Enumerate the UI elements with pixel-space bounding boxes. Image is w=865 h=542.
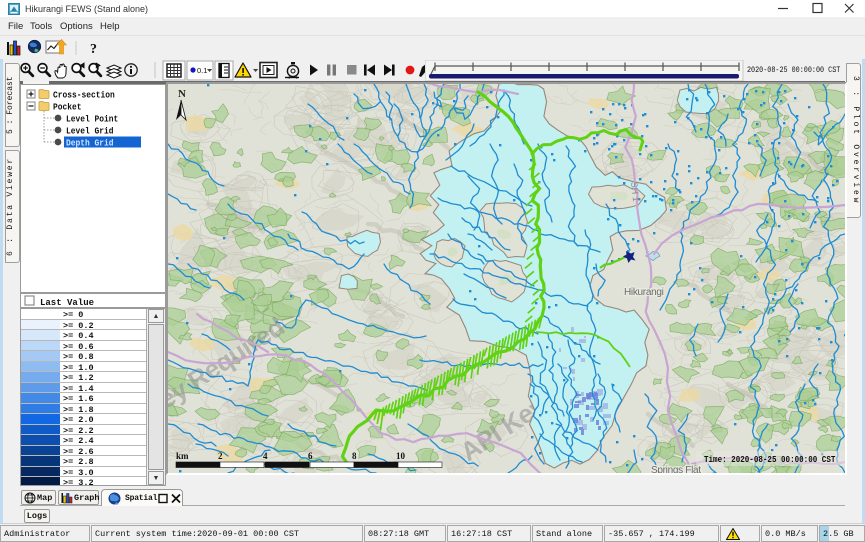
svg-text:Springs Flat: Springs Flat — [651, 465, 701, 473]
svg-text:?: ? — [90, 42, 97, 57]
svg-text:2: 2 — [218, 451, 223, 461]
svg-text:4: 4 — [263, 451, 268, 461]
svg-text:km: km — [176, 451, 189, 461]
svg-text:8: 8 — [352, 451, 357, 461]
svg-text:Hikurangi: Hikurangi — [624, 287, 664, 298]
svg-text:SH 1: SH 1 — [629, 181, 641, 202]
svg-text:10: 10 — [396, 451, 406, 461]
svg-text:Cross-section: Cross-section — [53, 90, 115, 101]
svg-text:Pocket: Pocket — [53, 102, 81, 113]
svg-text:6: 6 — [308, 451, 313, 461]
svg-text:N: N — [178, 88, 186, 100]
svg-text:Depth Grid: Depth Grid — [66, 138, 113, 149]
svg-text:Time: 2020-08-25 00:00:00 CST: Time: 2020-08-25 00:00:00 CST — [704, 454, 835, 465]
svg-text:Last Value: Last Value — [40, 298, 94, 307]
svg-text:Level Grid: Level Grid — [66, 126, 113, 137]
svg-text:0.1: 0.1 — [197, 66, 207, 75]
svg-text:Level Point: Level Point — [66, 114, 118, 125]
